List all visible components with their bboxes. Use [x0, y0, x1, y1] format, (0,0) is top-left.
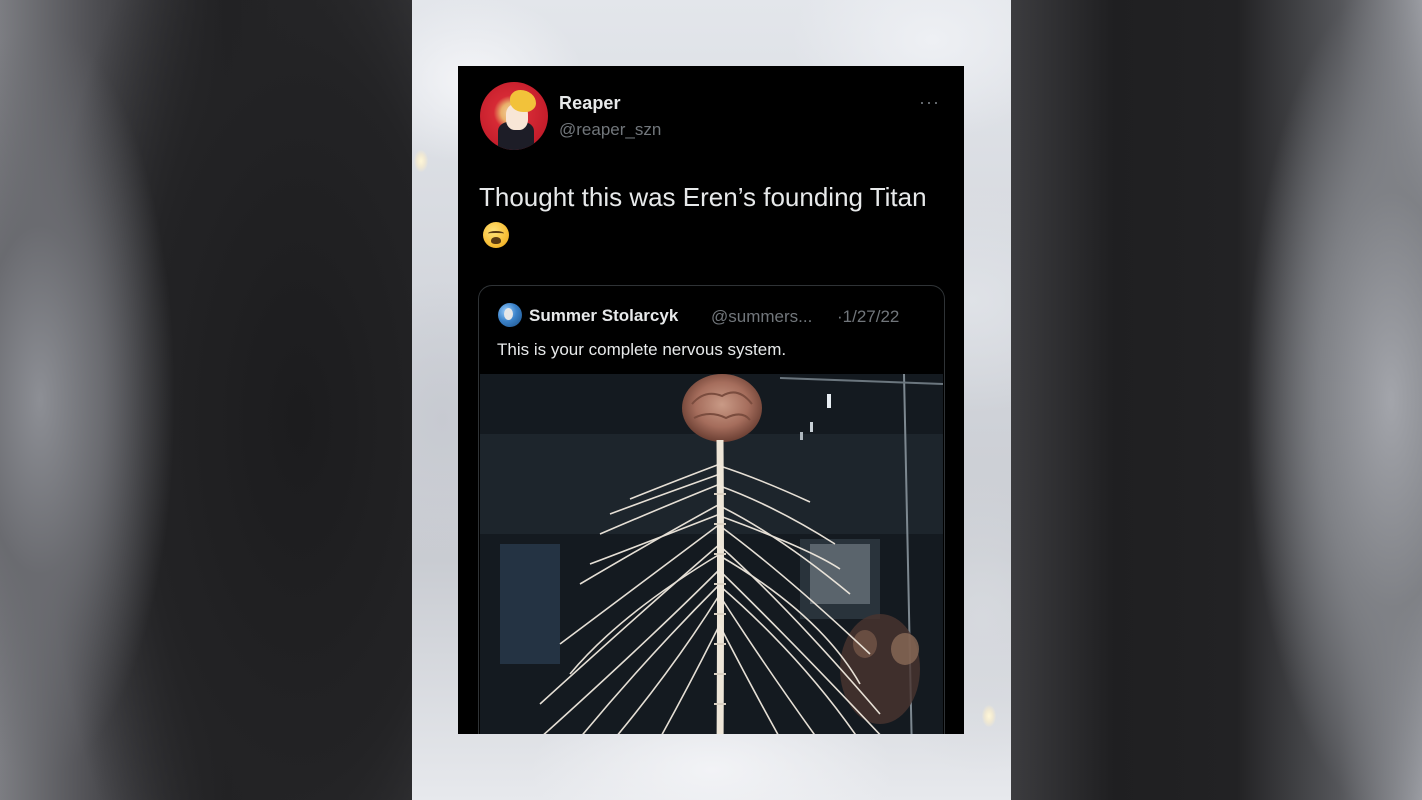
quoted-date[interactable]: ·1/27/22 — [837, 307, 899, 327]
tweet-card[interactable]: Reaper @reaper_szn ··· Thought this was … — [458, 66, 964, 734]
blurred-right-panel — [1011, 0, 1422, 800]
quoted-tweet[interactable]: Summer Stolarcyk @summers... ·1/27/22 Th… — [478, 285, 945, 734]
loudly-crying-face-icon — [483, 222, 509, 248]
nervous-system-photo[interactable] — [480, 374, 943, 734]
nervous-system-illustration — [480, 374, 943, 734]
blurred-left-panel — [0, 0, 412, 800]
more-options-icon[interactable]: ··· — [919, 92, 940, 113]
video-frame: Reaper @reaper_szn ··· Thought this was … — [0, 0, 1422, 800]
light-glare — [982, 705, 996, 727]
avatar[interactable] — [480, 82, 548, 150]
tweet-text: Thought this was Eren’s founding Titan — [479, 178, 939, 256]
tweet-text-content: Thought this was Eren’s founding Titan — [479, 182, 927, 212]
quoted-avatar[interactable] — [498, 303, 522, 327]
quoted-author-name[interactable]: Summer Stolarcyk — [529, 306, 678, 326]
quoted-author-handle: @summers... — [711, 307, 813, 326]
author-handle[interactable]: @reaper_szn — [559, 120, 661, 140]
author-name[interactable]: Reaper — [559, 93, 621, 114]
quoted-text: This is your complete nervous system. — [497, 340, 787, 359]
light-glare — [414, 150, 428, 172]
